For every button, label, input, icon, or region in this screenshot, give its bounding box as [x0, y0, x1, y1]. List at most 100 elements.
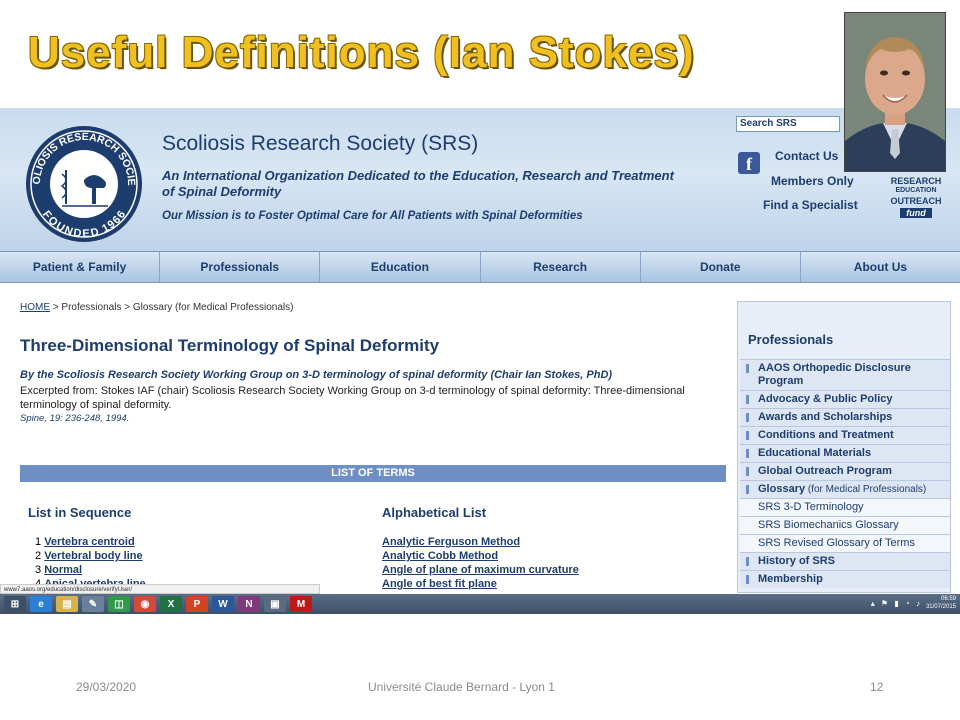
term-link[interactable]: Normal	[44, 564, 82, 576]
sidebar-item[interactable]: Conditions and Treatment	[740, 426, 950, 444]
sidebar-item[interactable]: Educational Materials	[740, 444, 950, 462]
sidebar-item-label: Conditions and Treatment	[758, 429, 894, 441]
sidebar-item[interactable]: Membership	[740, 570, 950, 588]
search-input[interactable]: Search SRS	[736, 116, 840, 132]
status-bar-url: www7.aaos.org/education/disclosure/verif…	[0, 584, 320, 594]
sidebar-item[interactable]: Awards and Scholarships	[740, 408, 950, 426]
sidebar-item[interactable]: Advocacy & Public Policy	[740, 390, 950, 408]
sidebar-item-label: History of SRS	[758, 555, 836, 567]
term-link[interactable]: Vertebra centroid	[44, 536, 134, 548]
sidebar-item[interactable]: AAOS Orthopedic Disclosure Program	[740, 359, 950, 390]
outreach-fund-label: fund	[900, 208, 932, 218]
alphabetical-list: Analytic Ferguson Method Analytic Cobb M…	[382, 535, 579, 591]
sidebar-item[interactable]: Global Outreach Program	[740, 462, 950, 480]
site-mission: Our Mission is to Foster Optimal Care fo…	[162, 210, 583, 222]
nav-education[interactable]: Education	[320, 252, 481, 282]
footer-date: 29/03/2020	[76, 680, 137, 694]
remote-desktop-icon[interactable]: ▣	[264, 596, 286, 612]
footer-institution: Université Claude Bernard - Lyon 1	[368, 680, 555, 694]
nav-patient-family[interactable]: Patient & Family	[0, 252, 161, 282]
item-number: 3	[35, 564, 42, 576]
list-item: 3 Normal	[35, 563, 146, 577]
site-header: SCOLIOSIS RESEARCH SOCIETY FOUNDED 1966 …	[0, 108, 960, 251]
word-icon[interactable]: W	[212, 596, 234, 612]
list-of-terms-bar: LIST OF TERMS	[20, 465, 726, 482]
sidebar-item[interactable]: SRS Biomechanics Glossary	[740, 516, 950, 534]
internet-explorer-icon[interactable]: e	[30, 596, 52, 612]
sidebar-item-label: SRS Biomechanics Glossary	[758, 519, 899, 531]
windows-start-icon[interactable]: ⊞	[4, 596, 26, 612]
outreach-line: OUTREACH	[890, 196, 942, 206]
item-number: 2	[35, 550, 42, 562]
system-tray-icons[interactable]: ▴ ⚑ ▮ ◔ ♪	[871, 599, 922, 608]
slide-title: Useful Definitions (Ian Stokes)	[28, 28, 695, 77]
sidebar-item-label: Awards and Scholarships	[758, 411, 893, 423]
byline: By the Scoliosis Research Society Workin…	[20, 369, 613, 381]
sidebar-item[interactable]: SRS 3-D Terminology	[740, 498, 950, 516]
chrome-icon[interactable]: ◉	[134, 596, 156, 612]
outreach-fund-badge[interactable]: RESEARCH EDUCATION OUTREACH fund	[888, 176, 944, 218]
breadcrumb: HOME > Professionals > Glossary (for Med…	[20, 302, 293, 313]
sidebar-title: Professionals	[748, 332, 834, 347]
list-in-sequence-heading: List in Sequence	[28, 505, 132, 520]
breadcrumb-home-link[interactable]: HOME	[20, 302, 50, 313]
page-heading: Three-Dimensional Terminology of Spinal …	[20, 336, 440, 355]
sidebar-item[interactable]: History of SRS	[740, 552, 950, 570]
find-a-specialist-link[interactable]: Find a Specialist	[763, 198, 858, 212]
term-link[interactable]: Angle of plane of maximum curvature	[382, 564, 579, 576]
sequence-list: 1 Vertebra centroid 2 Vertebral body lin…	[35, 535, 146, 591]
sidebar-item[interactable]: Glossary (for Medical Professionals)	[740, 480, 950, 498]
members-only-link[interactable]: Members Only	[771, 174, 854, 188]
store-icon[interactable]: ◫	[108, 596, 130, 612]
footer-page-number: 12	[870, 680, 884, 694]
sidebar-item-label: SRS 3-D Terminology	[758, 501, 864, 513]
breadcrumb-path: > Professionals > Glossary (for Medical …	[50, 302, 294, 313]
sidebar-item-label: AAOS Orthopedic Disclosure Program	[758, 362, 911, 387]
nav-donate[interactable]: Donate	[641, 252, 801, 282]
list-item: Angle of best fit plane	[382, 577, 579, 591]
clock-date: 31/07/2015	[925, 604, 956, 610]
nav-professionals[interactable]: Professionals	[160, 252, 321, 282]
browser-screenshot: SCOLIOSIS RESEARCH SOCIETY FOUNDED 1966 …	[0, 108, 960, 614]
powerpoint-icon[interactable]: P	[186, 596, 208, 612]
sidebar-item[interactable]: SRS Revised Glossary of Terms	[740, 534, 950, 552]
list-item: 1 Vertebra centroid	[35, 535, 146, 549]
site-subtitle: An International Organization Dedicated …	[162, 168, 674, 199]
citation-link[interactable]: Spine, 19: 236-248, 1994.	[20, 413, 129, 424]
term-link[interactable]: Angle of best fit plane	[382, 578, 497, 590]
sidebar-item-note: (for Medical Professionals)	[805, 484, 927, 495]
sidebar-item-label: SRS Revised Glossary of Terms	[758, 537, 915, 549]
facebook-icon[interactable]: f	[738, 152, 760, 174]
list-item: 2 Vertebral body line	[35, 549, 146, 563]
term-link[interactable]: Analytic Ferguson Method	[382, 536, 520, 548]
sidebar-item-label: Advocacy & Public Policy	[758, 393, 893, 405]
contact-us-link[interactable]: Contact Us	[775, 149, 838, 163]
portrait-photo	[844, 12, 946, 172]
term-link[interactable]: Analytic Cobb Method	[382, 550, 498, 562]
excel-icon[interactable]: X	[160, 596, 182, 612]
onenote-icon[interactable]: N	[238, 596, 260, 612]
srs-logo-icon[interactable]: SCOLIOSIS RESEARCH SOCIETY FOUNDED 1966	[22, 122, 146, 246]
list-item: Analytic Ferguson Method	[382, 535, 579, 549]
alphabetical-list-heading: Alphabetical List	[382, 505, 487, 520]
windows-taskbar: ⊞ e ▤ ✎ ◫ ◉ X P W N ▣ M ▴ ⚑ ▮ ◔ ♪ 06:59 31/07/2015	[0, 594, 960, 614]
sidebar-item-label: Global Outreach Program	[758, 465, 892, 477]
sidebar-item-label: Educational Materials	[758, 447, 872, 459]
file-explorer-icon[interactable]: ▤	[56, 596, 78, 612]
mcafee-icon[interactable]: M	[290, 596, 312, 612]
outreach-line: RESEARCH	[890, 176, 942, 186]
sidebar-item-label: Glossary	[758, 483, 806, 495]
site-title[interactable]: Scoliosis Research Society (SRS)	[162, 132, 478, 156]
professionals-sidebar: Professionals AAOS Orthopedic Disclosure…	[737, 301, 951, 593]
nav-about-us[interactable]: About Us	[801, 252, 960, 282]
system-clock[interactable]: 06:59 31/07/2015	[926, 595, 956, 611]
list-item: Analytic Cobb Method	[382, 549, 579, 563]
sidebar-item-label: Membership	[758, 573, 823, 585]
nav-research[interactable]: Research	[481, 252, 641, 282]
notes-icon[interactable]: ✎	[82, 596, 104, 612]
main-nav: Patient & Family Professionals Education…	[0, 251, 960, 283]
sidebar-menu: AAOS Orthopedic Disclosure Program Advoca…	[740, 359, 950, 588]
clock-time: 06:59	[940, 596, 956, 602]
outreach-line: EDUCATION	[895, 187, 937, 194]
term-link[interactable]: Vertebral body line	[44, 550, 142, 562]
